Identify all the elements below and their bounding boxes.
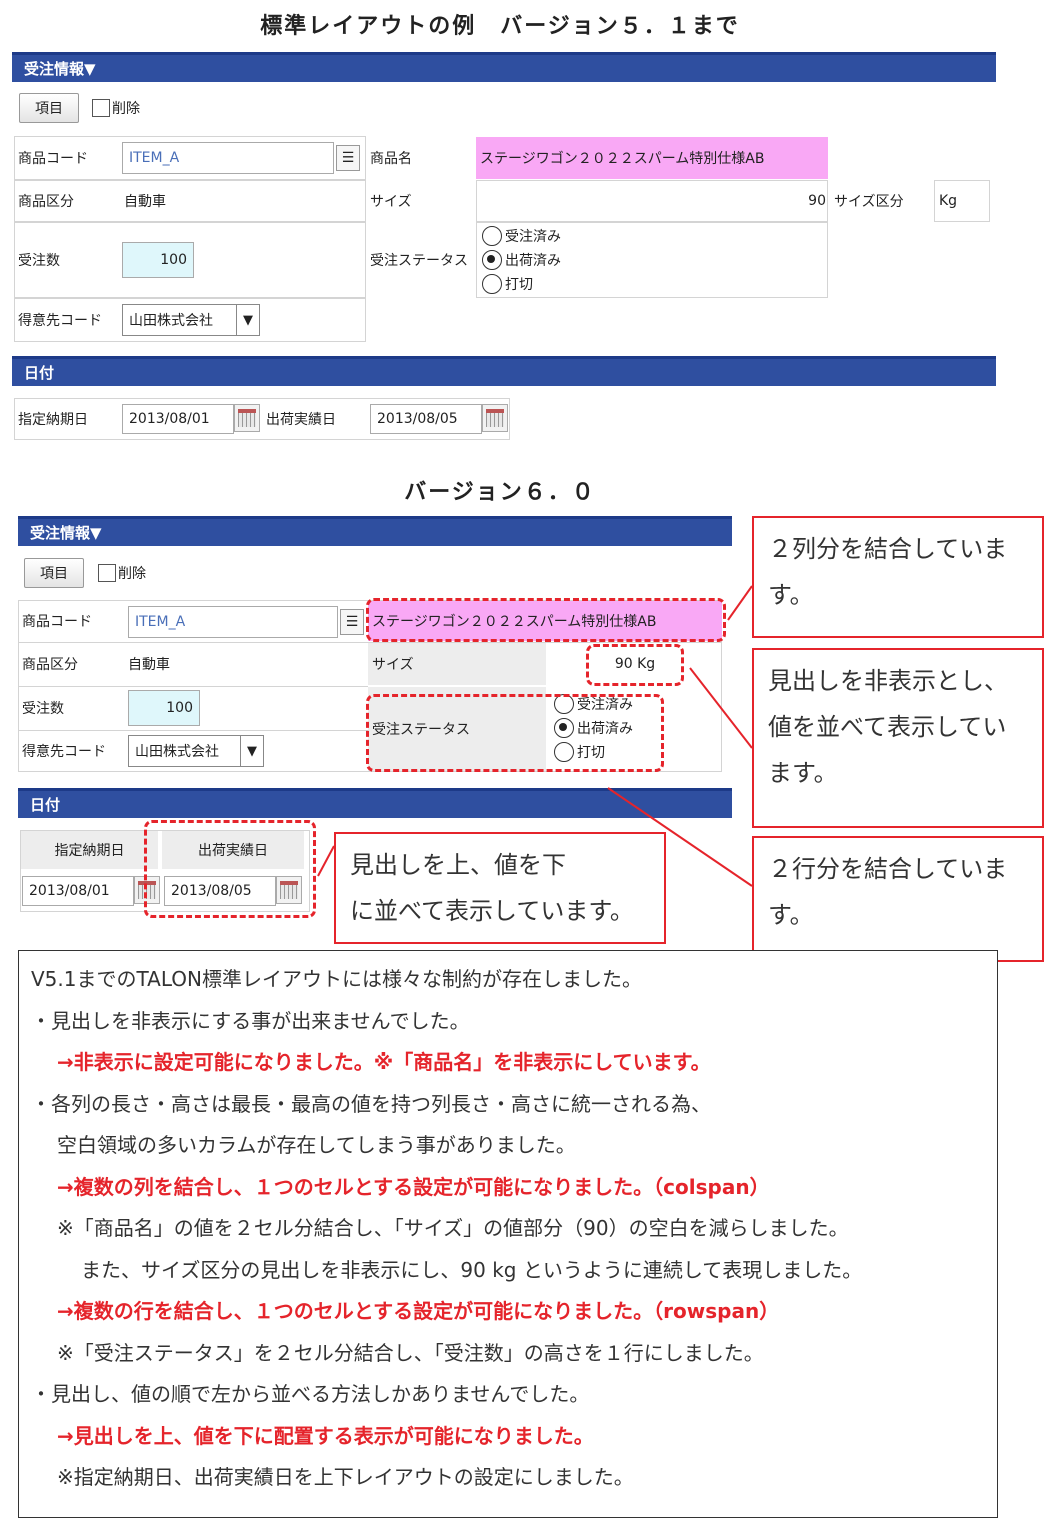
callout-text: ２列分を結合していま: [768, 535, 1008, 563]
connector-line: [689, 667, 753, 749]
connector-line: [727, 585, 753, 621]
callout-text: ２行分を結合していま: [768, 855, 1008, 883]
note-line: ※指定納期日、出荷実績日を上下レイアウトの設定にしました。: [57, 1465, 634, 1489]
note-line: 空白領域の多いカラムが存在してしまう事がありました。: [57, 1133, 576, 1157]
connector-line: [317, 845, 335, 877]
callout-text: に並べて表示しています。: [350, 897, 634, 925]
note-line: ・見出しを非表示にする事が出来ませんでした。: [31, 1008, 470, 1033]
note-line: ・各列の長さ・高さは最長・最高の値を持つ列長さ・高さに統一される為、: [31, 1091, 711, 1116]
callout-text: す。: [768, 901, 814, 929]
note-line: V5.1までのTALON標準レイアウトには様々な制約が存在しました。: [31, 967, 642, 991]
note-line: また、サイズ区分の見出しを非表示にし、90 kg というように連続して表現しまし…: [81, 1257, 863, 1282]
hidden-header-callout: 見出しを非表示とし、 値を並べて表示してい ます。: [752, 648, 1044, 828]
callout-text: ます。: [768, 759, 838, 787]
note-line: ・見出し、値の順で左から並べる方法しかありませんでした。: [31, 1382, 590, 1406]
note-line-highlight: →複数の列を結合し、１つのセルとする設定が可能になりました。（colspan）: [57, 1174, 770, 1199]
vertical-layout-callout: 見出しを上、値を下 に並べて表示しています。: [334, 832, 666, 944]
note-line: ※「受注ステータス」を２セル分結合し、「受注数」の高さを１行にしました。: [57, 1340, 764, 1365]
colspan-callout: ２列分を結合していま す。: [752, 516, 1044, 638]
callout-text: 値を並べて表示してい: [768, 713, 1007, 741]
callout-text: す。: [768, 581, 814, 609]
rowspan-callout: ２行分を結合していま す。: [752, 836, 1044, 962]
note-line-highlight: →非表示に設定可能になりました。※「商品名」を非表示にしています。: [57, 1050, 711, 1074]
note-line-highlight: →見出しを上、値を下に配置する表示が可能になりました。: [57, 1423, 594, 1448]
callout-text: 見出しを非表示とし、: [768, 667, 1008, 695]
note-line: ※「商品名」の値を２セル分結合し、「サイズ」の値部分（90）の空白を減らしました…: [57, 1216, 849, 1240]
callout-text: 見出しを上、値を下: [350, 851, 566, 879]
note-line-highlight: →複数の行を結合し、１つのセルとする設定が可能になりました。（rowspan）: [57, 1299, 780, 1323]
notes-box: V5.1までのTALON標準レイアウトには様々な制約が存在しました。 ・見出しを…: [18, 950, 998, 1518]
